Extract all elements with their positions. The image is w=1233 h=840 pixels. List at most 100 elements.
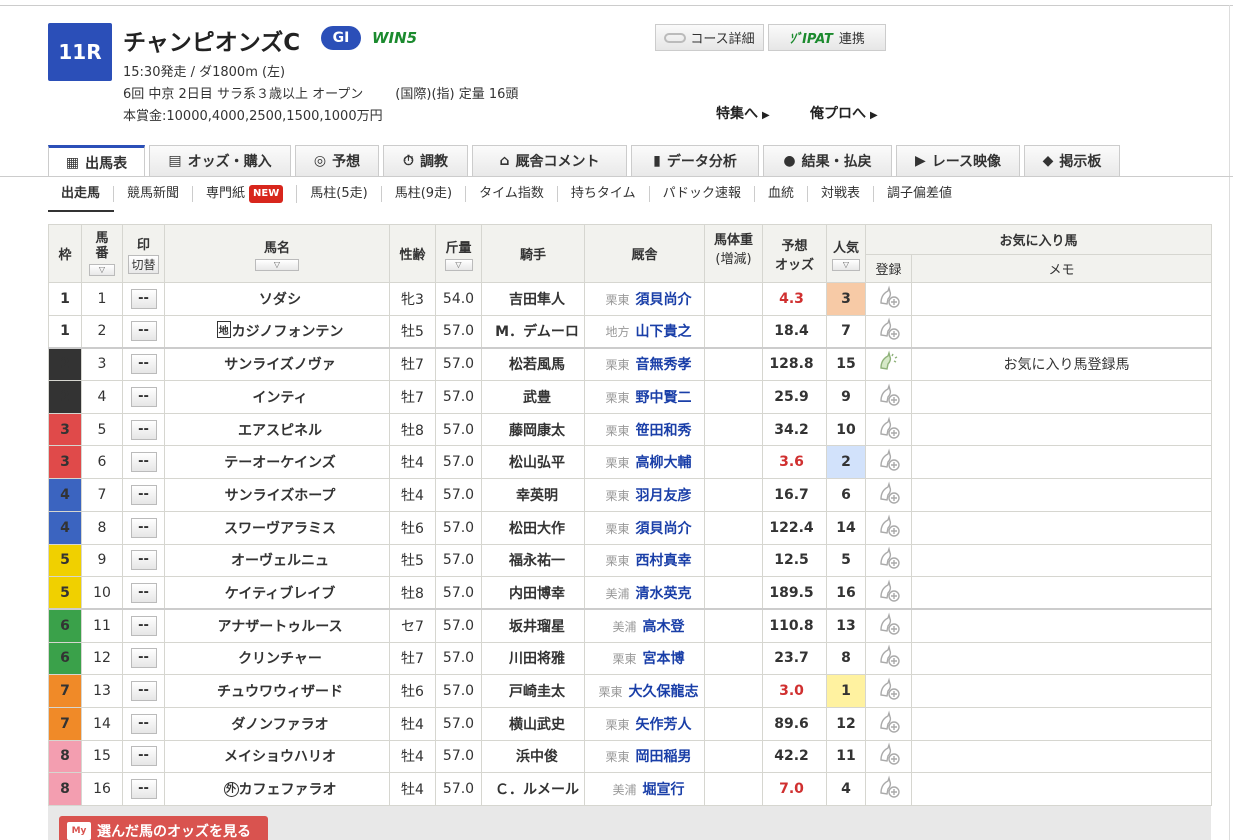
jockey-link[interactable]: 吉田隼人 bbox=[481, 282, 585, 316]
trainer-link[interactable]: 羽月友彦 bbox=[636, 488, 692, 504]
mark-select-button[interactable]: -- bbox=[130, 288, 157, 309]
tab-yoso[interactable]: ◎ 予想 bbox=[295, 145, 379, 176]
horse-name-link[interactable]: クリンチャー bbox=[238, 651, 322, 667]
sort-umaban-button[interactable]: ▽ bbox=[89, 264, 115, 276]
fav-memo-cell[interactable] bbox=[910, 314, 1213, 349]
jockey-link[interactable]: 坂井瑠星 bbox=[481, 608, 585, 643]
trainer-link[interactable]: 清水英克 bbox=[636, 586, 692, 602]
subtab-item[interactable]: 対戦表 bbox=[808, 186, 875, 202]
horse-name-link[interactable]: チュウワウィザード bbox=[217, 684, 343, 700]
horse-name-link[interactable]: ソダシ bbox=[259, 292, 301, 308]
trainer-link[interactable]: 西村真幸 bbox=[636, 553, 692, 569]
tab-odds-buy[interactable]: ▤ オッズ・購入 bbox=[149, 145, 291, 176]
trainer-link[interactable]: 音無秀孝 bbox=[636, 357, 692, 373]
favorite-add-icon[interactable] bbox=[877, 514, 901, 538]
trainer-link[interactable]: 高柳大輔 bbox=[636, 455, 692, 471]
horse-name-link[interactable]: テーオーケインズ bbox=[224, 455, 335, 471]
trainer-link[interactable]: 山下貴之 bbox=[636, 324, 692, 340]
favorite-add-icon[interactable] bbox=[877, 612, 901, 636]
tab-bbs[interactable]: ◆ 掲示板 bbox=[1024, 145, 1120, 176]
subtab-item[interactable]: 持ちタイム bbox=[558, 186, 650, 202]
header-umaban[interactable]: 馬番 ▽ bbox=[81, 224, 123, 283]
mark-select-button[interactable]: -- bbox=[130, 484, 157, 505]
horse-name-link[interactable]: サンライズノヴァ bbox=[224, 357, 336, 373]
horse-name-link[interactable]: オーヴェルニュ bbox=[231, 553, 329, 569]
subtab-item[interactable]: 調子偏差値 bbox=[874, 186, 965, 202]
favorite-add-icon[interactable] bbox=[877, 677, 901, 701]
mark-select-button[interactable]: -- bbox=[130, 779, 157, 800]
horse-name-link[interactable]: エアスピネル bbox=[238, 423, 322, 439]
jockey-link[interactable]: 福永祐一 bbox=[481, 543, 585, 578]
sort-horse-button[interactable]: ▽ bbox=[255, 258, 299, 271]
jockey-link[interactable]: 内田博幸 bbox=[481, 576, 585, 610]
horse-name-link[interactable]: サンライズホープ bbox=[225, 488, 336, 504]
mark-switch-button[interactable]: 切替 bbox=[128, 254, 159, 274]
mark-select-button[interactable]: -- bbox=[130, 746, 157, 767]
jockey-link[interactable]: 浜中俊 bbox=[481, 739, 585, 774]
jockey-link[interactable]: 戸崎圭太 bbox=[481, 674, 585, 708]
favorite-add-icon[interactable] bbox=[877, 481, 901, 505]
subtab-item[interactable]: 血統 bbox=[755, 186, 809, 202]
trainer-link[interactable]: 堀宣行 bbox=[643, 782, 685, 798]
fav-memo-cell[interactable] bbox=[910, 412, 1213, 447]
jockey-link[interactable]: 松山弘平 bbox=[481, 445, 585, 480]
favorite-add-icon[interactable] bbox=[877, 546, 901, 570]
fav-memo-cell[interactable] bbox=[910, 510, 1213, 545]
subtab-item[interactable]: 専門紙 NEW bbox=[193, 185, 298, 203]
fav-memo-cell[interactable] bbox=[910, 608, 1213, 643]
mark-select-button[interactable]: -- bbox=[130, 648, 157, 669]
horse-name-link[interactable]: メイショウハリオ bbox=[224, 749, 336, 765]
fav-memo-cell[interactable] bbox=[910, 282, 1213, 316]
mark-select-button[interactable]: -- bbox=[130, 419, 157, 440]
fav-memo-cell[interactable] bbox=[910, 543, 1213, 578]
favorite-add-icon[interactable] bbox=[877, 416, 901, 440]
favorite-add-icon[interactable] bbox=[877, 448, 901, 472]
mark-select-button[interactable]: -- bbox=[130, 681, 157, 702]
mark-select-button[interactable]: -- bbox=[130, 615, 157, 636]
favorite-add-icon[interactable] bbox=[877, 285, 901, 309]
favorite-add-icon[interactable] bbox=[877, 579, 901, 603]
jockey-link[interactable]: 武豊 bbox=[481, 380, 585, 414]
mark-select-button[interactable]: -- bbox=[130, 713, 157, 734]
feature-link[interactable]: 特集へ ▶ bbox=[716, 103, 770, 123]
favorite-add-icon[interactable] bbox=[877, 383, 901, 407]
tab-data-analysis[interactable]: ▮ データ分析 bbox=[631, 145, 759, 176]
horse-name-link[interactable]: ケイティブレイブ bbox=[225, 586, 336, 602]
fav-memo-cell[interactable] bbox=[910, 478, 1213, 512]
mark-select-button[interactable]: -- bbox=[130, 582, 157, 603]
jockey-link[interactable]: M．デムーロ bbox=[481, 314, 585, 349]
view-selected-odds-button[interactable]: My 選んだ馬のオッズを見る bbox=[59, 816, 268, 840]
subtab-item[interactable]: 馬柱(9走) bbox=[382, 186, 467, 202]
trainer-link[interactable]: 宮本博 bbox=[643, 651, 685, 667]
horse-name-link[interactable]: ダノンファラオ bbox=[231, 717, 328, 733]
fav-memo-cell[interactable] bbox=[910, 445, 1213, 480]
favorite-add-icon[interactable] bbox=[877, 742, 901, 766]
subtab-item[interactable]: 競馬新聞 bbox=[114, 186, 194, 202]
mark-select-button[interactable]: -- bbox=[130, 321, 157, 342]
favorite-add-icon[interactable] bbox=[877, 710, 901, 734]
my-pro-link[interactable]: 俺プロへ ▶ bbox=[810, 103, 878, 123]
tab-chokyo[interactable]: ⏱ 調教 bbox=[383, 145, 468, 176]
fav-memo-cell[interactable] bbox=[910, 706, 1213, 741]
favorite-registered-icon[interactable] bbox=[877, 350, 901, 374]
subtab-item[interactable]: タイム指数 bbox=[466, 186, 558, 202]
mark-select-button[interactable]: -- bbox=[130, 386, 157, 407]
fav-memo-cell[interactable] bbox=[910, 772, 1213, 806]
horse-name-link[interactable]: カフェファラオ bbox=[239, 782, 337, 798]
horse-name-link[interactable]: スワーヴアラミス bbox=[224, 521, 336, 537]
sort-weight-button[interactable]: ▽ bbox=[444, 258, 473, 271]
win5-logo[interactable]: WIN5 bbox=[372, 29, 417, 47]
jockey-link[interactable]: 横山武史 bbox=[481, 706, 585, 741]
jockey-link[interactable]: 藤岡康太 bbox=[481, 412, 585, 447]
trainer-link[interactable]: 矢作芳人 bbox=[636, 717, 692, 733]
tab-shutuba[interactable]: ▦ 出馬表 bbox=[48, 145, 145, 177]
horse-name-link[interactable]: アナザートゥルース bbox=[217, 619, 342, 635]
jockey-link[interactable]: 松田大作 bbox=[481, 510, 585, 545]
fav-memo-cell[interactable] bbox=[910, 674, 1213, 708]
jockey-link[interactable]: Ｃ．ルメール bbox=[481, 772, 585, 806]
mark-select-button[interactable]: -- bbox=[130, 550, 157, 571]
tab-race-video[interactable]: ▶ レース映像 bbox=[896, 145, 1020, 176]
mark-select-button[interactable]: -- bbox=[130, 452, 157, 473]
sort-pop-button[interactable]: ▽ bbox=[832, 258, 860, 271]
jockey-link[interactable]: 幸英明 bbox=[481, 478, 585, 512]
